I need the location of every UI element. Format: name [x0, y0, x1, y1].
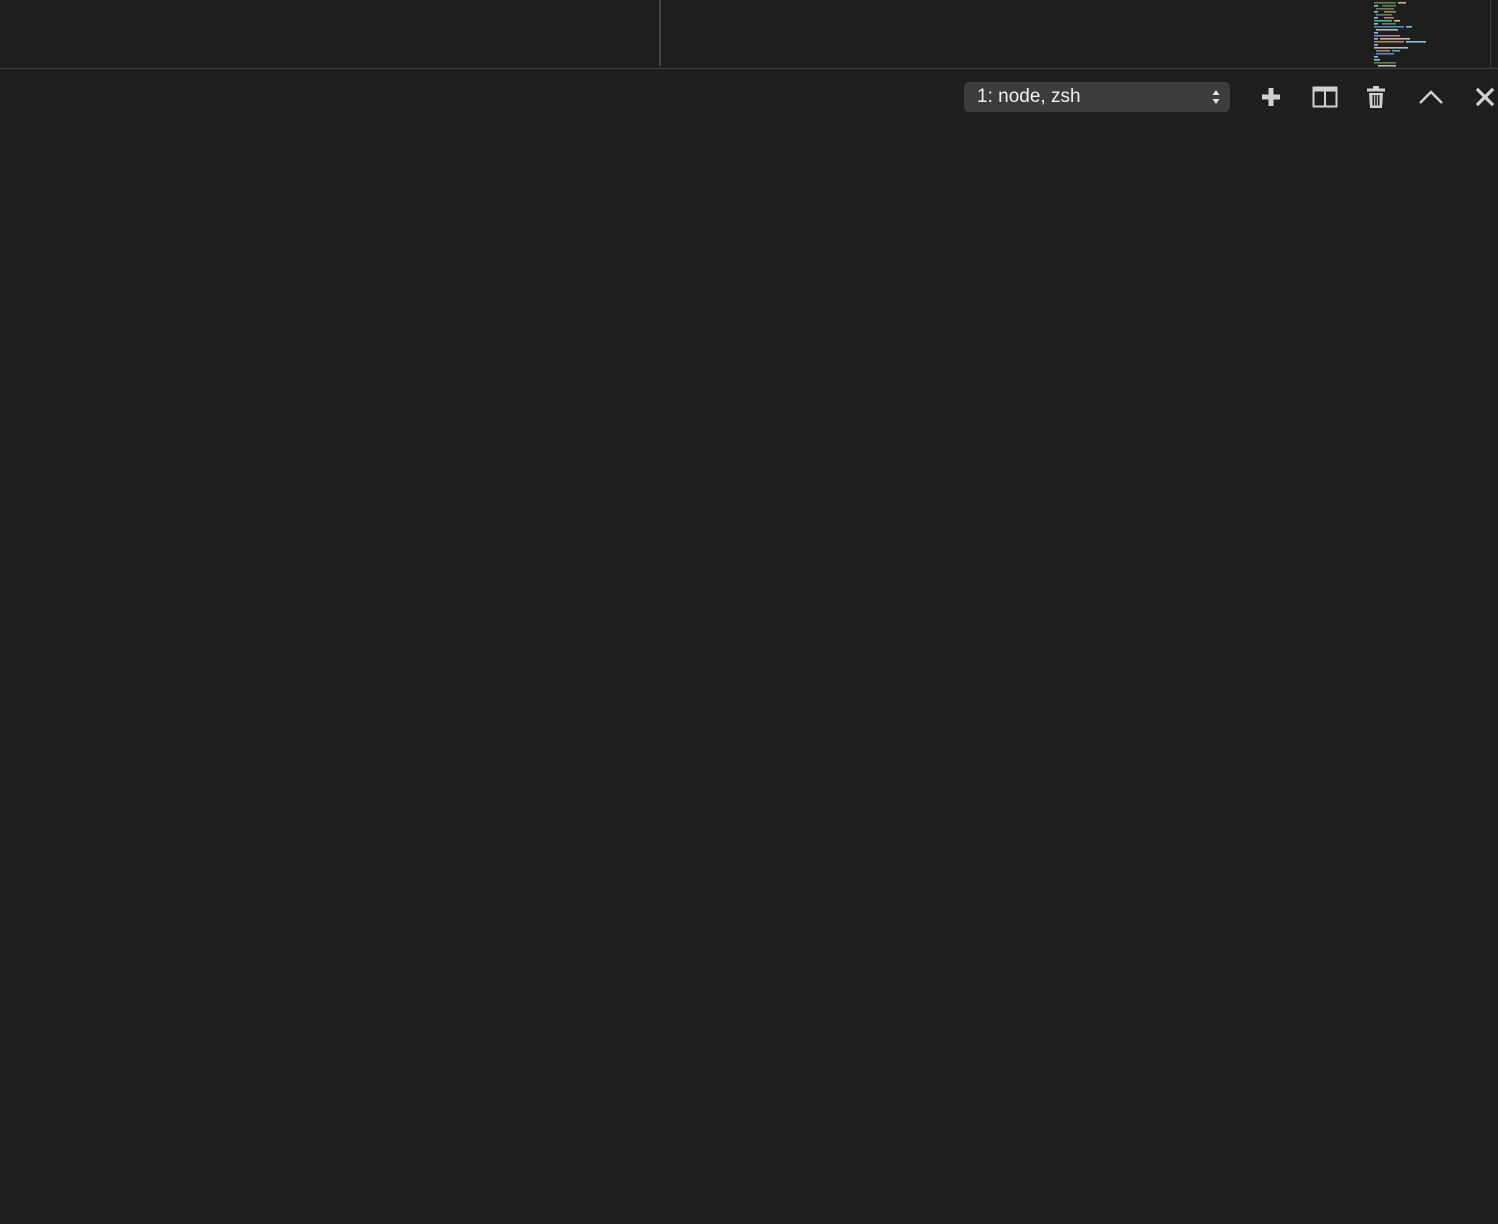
- new-terminal-button[interactable]: [1255, 82, 1287, 112]
- minimap-line: [1374, 5, 1378, 7]
- minimap-line: [1374, 17, 1378, 19]
- split-icon: [1312, 86, 1338, 108]
- minimap-line: [1374, 47, 1408, 49]
- minimap-line: [1376, 8, 1394, 10]
- minimap-line: [1374, 11, 1378, 13]
- terminal-body[interactable]: [0, 124, 1498, 1224]
- minimap-line: [1376, 14, 1392, 16]
- minimap-line: [1384, 11, 1396, 13]
- minimap-line: [1376, 29, 1398, 31]
- minimap-line: [1380, 38, 1410, 40]
- chevron-up-icon: [1419, 90, 1443, 104]
- select-arrows-icon: [1212, 90, 1220, 104]
- minimap-line: [1376, 50, 1390, 52]
- minimap-line: [1382, 23, 1396, 25]
- minimap[interactable]: [1372, 0, 1490, 68]
- maximize-panel-button[interactable]: [1415, 82, 1447, 112]
- close-icon: [1475, 87, 1495, 107]
- plus-icon: [1262, 88, 1280, 106]
- minimap-line: [1374, 38, 1378, 40]
- kill-terminal-button[interactable]: [1360, 82, 1392, 112]
- minimap-line: [1374, 2, 1396, 4]
- minimap-line: [1394, 20, 1400, 22]
- minimap-line: [1374, 56, 1378, 58]
- minimap-line: [1374, 44, 1378, 46]
- minimap-line: [1398, 2, 1406, 4]
- terminal-select-label: 1: node, zsh: [977, 86, 1081, 107]
- minimap-line: [1384, 17, 1394, 19]
- editor-scrollbar[interactable]: [1490, 0, 1491, 68]
- split-terminal-button[interactable]: [1309, 82, 1341, 112]
- minimap-line: [1406, 26, 1412, 28]
- minimap-line: [1374, 26, 1404, 28]
- minimap-lines: [1374, 2, 1426, 67]
- minimap-line: [1374, 32, 1378, 34]
- minimap-line: [1374, 62, 1396, 64]
- minimap-line: [1374, 35, 1400, 37]
- minimap-line: [1382, 5, 1396, 7]
- minimap-line: [1374, 20, 1392, 22]
- minimap-line: [1406, 41, 1426, 43]
- minimap-line: [1374, 23, 1378, 25]
- minimap-line: [1392, 50, 1400, 52]
- terminal-select[interactable]: 1: node, zsh: [964, 82, 1230, 112]
- editor-group-divider[interactable]: [659, 0, 661, 66]
- trash-icon: [1367, 86, 1385, 108]
- editor-area: [0, 0, 1498, 69]
- minimap-line: [1374, 59, 1380, 61]
- minimap-line: [1374, 41, 1404, 43]
- minimap-line: [1376, 53, 1394, 55]
- close-panel-button[interactable]: [1469, 82, 1498, 112]
- terminal-panel: 1: node, zsh: [0, 69, 1498, 1224]
- minimap-line: [1378, 65, 1396, 67]
